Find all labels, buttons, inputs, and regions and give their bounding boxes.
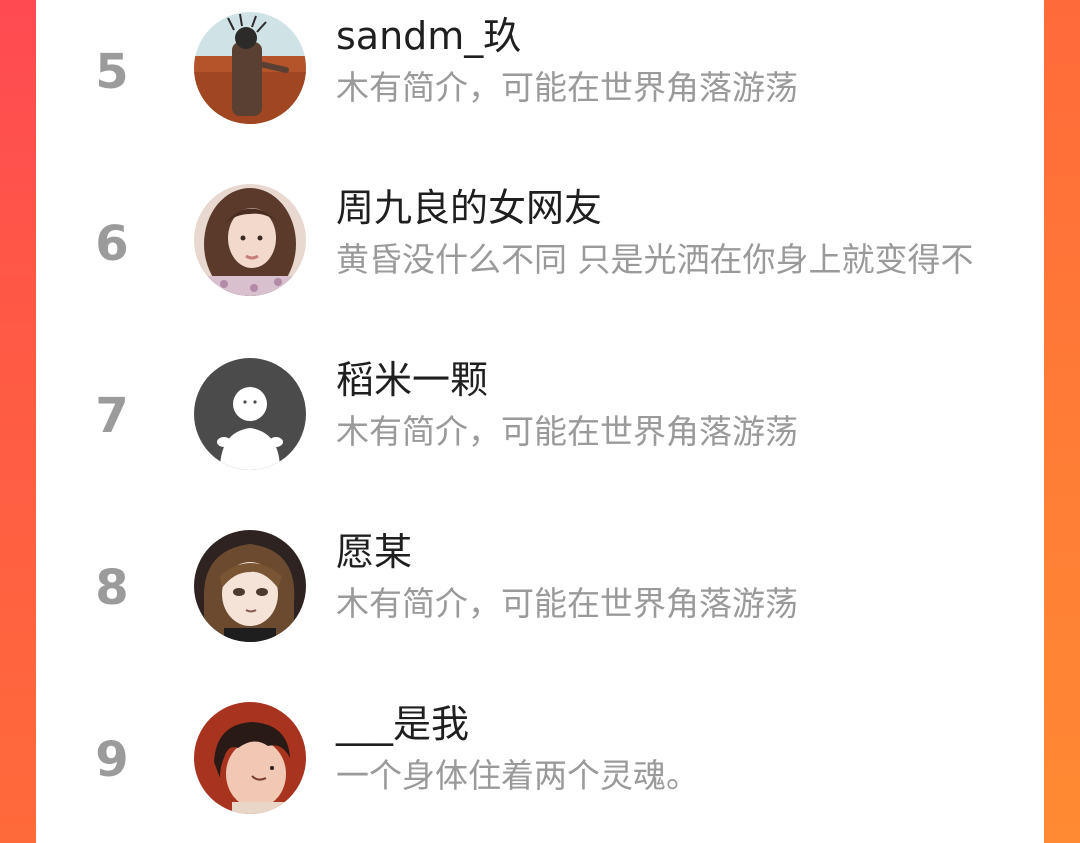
ranking-list: 5 sandm_玖 木有简介，可能在世界角落游荡 6 周九良的女网友 黄昏没什么…: [36, 0, 1044, 843]
frame-right-edge: [1044, 0, 1080, 843]
user-bio: 木有简介，可能在世界角落游荡: [336, 414, 798, 451]
user-name[interactable]: 周九良的女网友: [336, 187, 602, 230]
user-avatar-girl-photo[interactable]: [194, 184, 306, 296]
list-item-rank-9[interactable]: 9 ___是我 一个身体住着两个灵魂。: [36, 688, 1044, 843]
rank-number: 9: [95, 732, 129, 788]
user-name[interactable]: 稻米一颗: [336, 359, 488, 402]
user-name[interactable]: sandm_玖: [336, 15, 521, 58]
user-bio: 木有简介，可能在世界角落游荡: [336, 70, 798, 107]
user-name[interactable]: 愿某: [336, 531, 412, 574]
list-item-rank-5[interactable]: 5 sandm_玖 木有简介，可能在世界角落游荡: [36, 0, 1044, 172]
user-name[interactable]: ___是我: [336, 703, 469, 746]
rank-number: 6: [95, 216, 129, 272]
user-avatar-field-photo[interactable]: [194, 12, 306, 124]
user-avatar-anime[interactable]: [194, 530, 306, 642]
user-bio: 一个身体住着两个灵魂。: [336, 758, 699, 795]
list-item-rank-7[interactable]: 7 稻米一颗 木有简介，可能在世界角落游荡: [36, 344, 1044, 516]
list-item-rank-8[interactable]: 8 愿某 木有简介，可能在世界角落游荡: [36, 516, 1044, 688]
rank-number: 8: [95, 560, 129, 616]
user-avatar-illustration[interactable]: [194, 702, 306, 814]
list-item-rank-6[interactable]: 6 周九良的女网友 黄昏没什么不同 只是光洒在你身上就变得不: [36, 172, 1044, 344]
user-bio: 黄昏没什么不同 只是光洒在你身上就变得不: [336, 242, 974, 279]
user-bio: 木有简介，可能在世界角落游荡: [336, 586, 798, 623]
rank-number: 5: [95, 44, 129, 100]
rank-number: 7: [95, 388, 129, 444]
ranking-frame: 5 sandm_玖 木有简介，可能在世界角落游荡 6 周九良的女网友 黄昏没什么…: [0, 0, 1080, 843]
default-avatar-icon[interactable]: [194, 358, 306, 470]
